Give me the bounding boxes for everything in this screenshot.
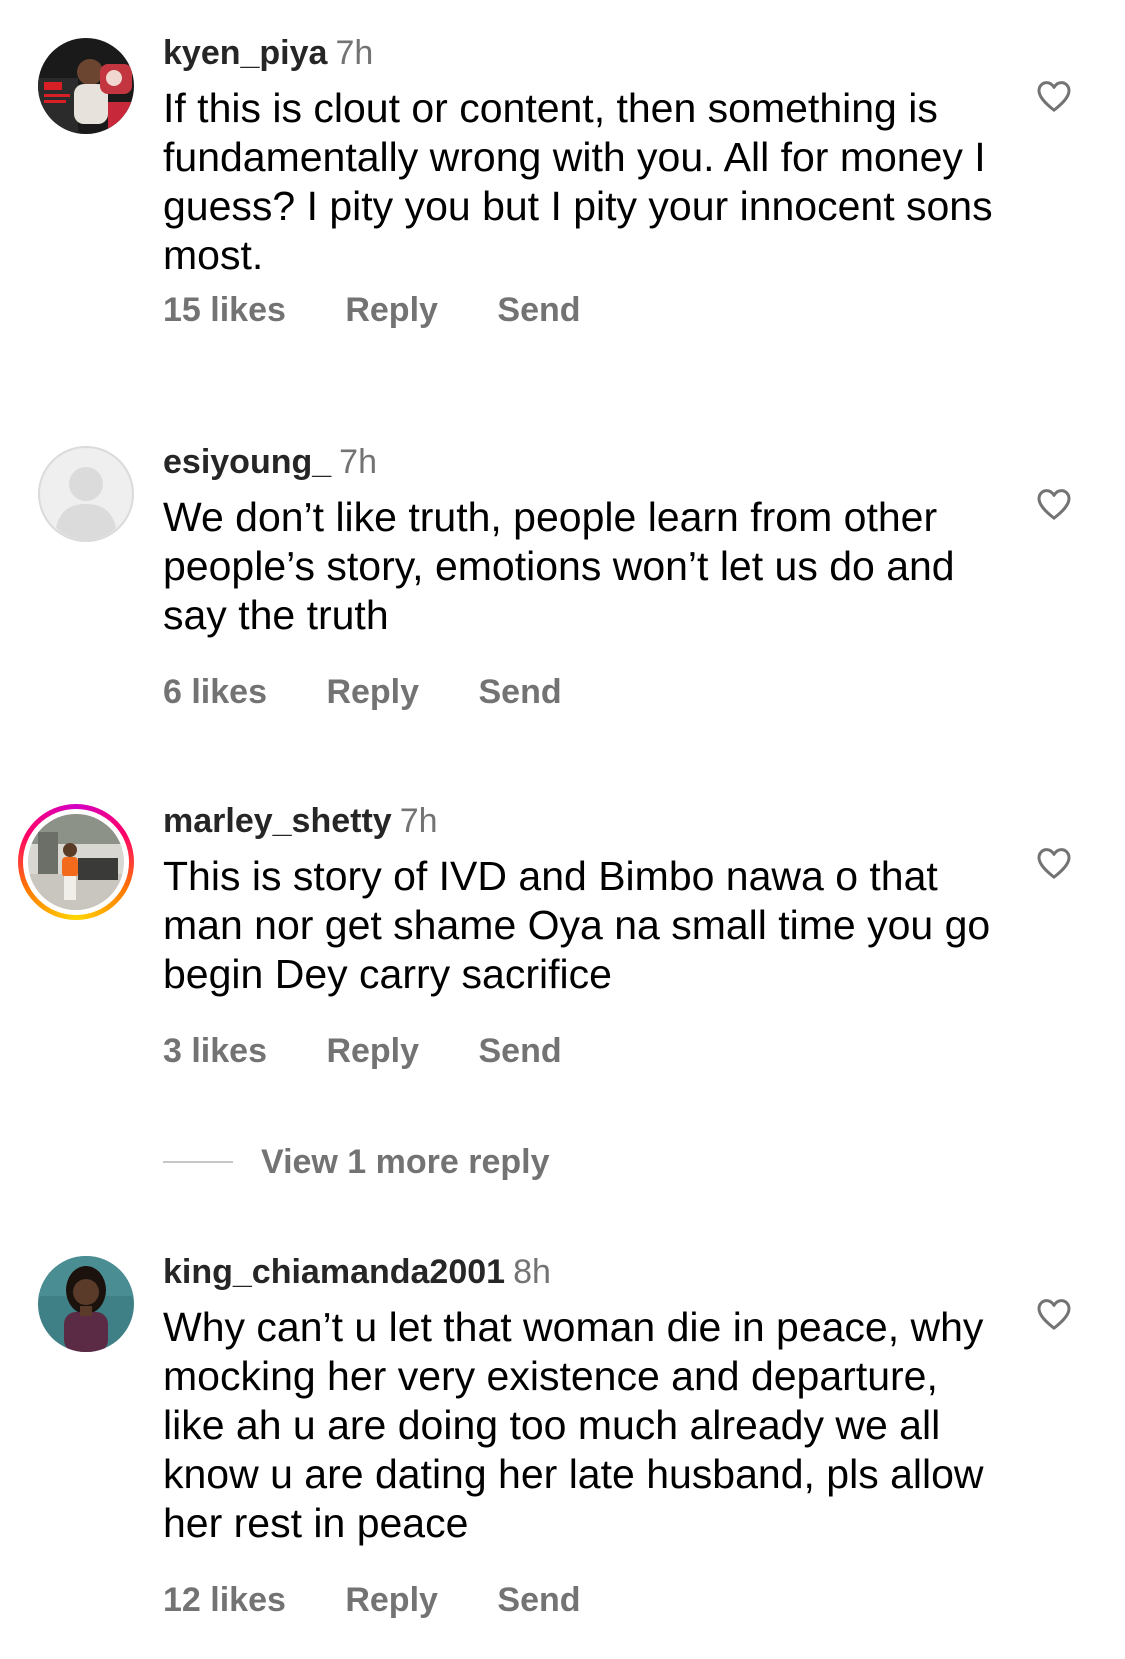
story-ring[interactable] [18, 804, 134, 920]
send-button[interactable]: Send [478, 672, 561, 712]
view-more-replies-label[interactable]: View 1 more reply [261, 1140, 550, 1184]
heart-outline-icon[interactable] [1034, 1294, 1074, 1334]
username[interactable]: king_chiamanda2001 [163, 1253, 505, 1291]
heart-outline-icon[interactable] [1034, 76, 1074, 116]
timestamp: 8h [513, 1253, 551, 1291]
comment-text: Why can’t u let that woman die in peace,… [163, 1304, 984, 1546]
comment-actions: 3 likes Reply Send [163, 1031, 562, 1071]
comment-header: marley_shetty 7h [163, 801, 438, 841]
heart-outline-icon[interactable] [1034, 843, 1074, 883]
comment-actions: 12 likes Reply Send [163, 1580, 581, 1620]
comment-header: king_chiamanda2001 8h [163, 1252, 551, 1292]
timestamp: 7h [399, 802, 438, 840]
reply-button[interactable]: Reply [326, 1031, 419, 1071]
comment-actions: 6 likes Reply Send [163, 672, 562, 712]
avatar[interactable] [38, 1256, 134, 1352]
comment-text: This is story of IVD and Bimbo nawa o th… [163, 853, 991, 997]
likes-count[interactable]: 6 likes [163, 672, 267, 712]
likes-count[interactable]: 12 likes [163, 1580, 286, 1620]
username[interactable]: esiyoung_ [163, 443, 331, 481]
reply-button[interactable]: Reply [345, 290, 438, 330]
timestamp: 7h [339, 443, 377, 481]
timestamp: 7h [335, 34, 374, 72]
likes-count[interactable]: 3 likes [163, 1031, 267, 1071]
avatar[interactable] [28, 814, 124, 910]
username[interactable]: marley_shetty [163, 802, 392, 840]
comment-text: We don’t like truth, people learn from o… [163, 494, 955, 638]
heart-outline-icon[interactable] [1034, 484, 1074, 524]
send-button[interactable]: Send [497, 1580, 580, 1620]
username[interactable]: kyen_piya [163, 34, 327, 72]
avatar[interactable] [38, 446, 134, 542]
comment-header: esiyoung_ 7h [163, 442, 377, 482]
comment-header: kyen_piya 7h [163, 33, 373, 73]
comment-actions: 15 likes Reply Send [163, 290, 581, 330]
send-button[interactable]: Send [497, 290, 580, 330]
reply-thread-line [163, 1161, 233, 1163]
reply-button[interactable]: Reply [326, 672, 419, 712]
avatar[interactable] [38, 38, 134, 134]
send-button[interactable]: Send [478, 1031, 561, 1071]
likes-count[interactable]: 15 likes [163, 290, 286, 330]
reply-button[interactable]: Reply [345, 1580, 438, 1620]
comment-text: If this is clout or content, then someth… [163, 85, 993, 278]
